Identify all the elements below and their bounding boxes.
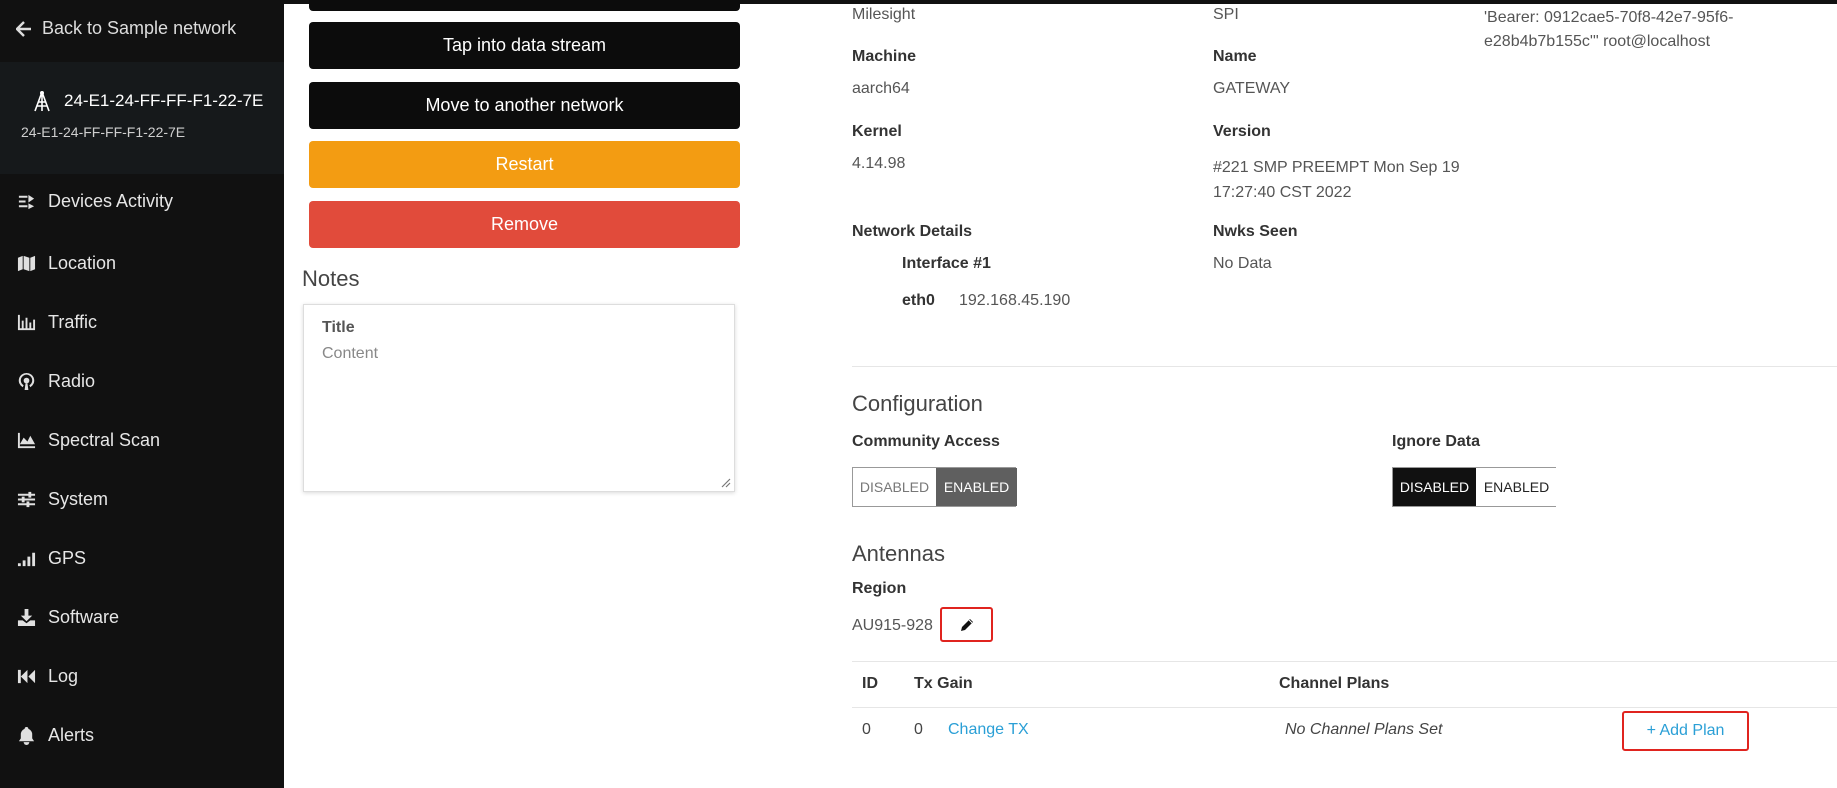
iface-name: eth0 (902, 292, 935, 309)
community-access-toggle: DISABLED ENABLED (852, 467, 1017, 507)
resize-handle-icon[interactable] (721, 478, 731, 488)
sidebar-item-system[interactable]: System (0, 479, 284, 519)
bell-icon (16, 725, 36, 745)
name-value: GATEWAY (1213, 80, 1291, 97)
sidebar-item-label: GPS (48, 547, 87, 568)
map-icon (16, 253, 36, 273)
sidebar-item-label: Log (48, 665, 79, 686)
restart-button[interactable]: Restart (309, 141, 740, 188)
machine-value: aarch64 (852, 80, 910, 97)
column-header-id: ID (862, 675, 878, 692)
sidebar-item-label: Alerts (48, 724, 95, 745)
area-chart-icon (16, 430, 36, 450)
gateway-subtitle: 24-E1-24-FF-FF-F1-22-7E (21, 124, 186, 140)
table-header-divider (852, 707, 1837, 708)
auth-value: 'Bearer: 0912cae5-70f8-42e7-95f6-e28b4b7… (1484, 9, 1734, 50)
community-access-disabled[interactable]: DISABLED (853, 468, 936, 506)
notes-content-input[interactable]: Content (322, 345, 378, 363)
column-header-channel-plans: Channel Plans (1279, 675, 1390, 692)
interface-type-value: SPI (1213, 6, 1239, 23)
name-label: Name (1213, 48, 1257, 65)
arrow-left-icon (16, 20, 31, 37)
nwks-seen-value: No Data (1213, 255, 1272, 272)
iface-ip: 192.168.45.190 (959, 292, 1071, 309)
community-access-enabled[interactable]: ENABLED (936, 468, 1017, 506)
change-tx-link[interactable]: Change TX (948, 721, 1029, 739)
gateway-card: 24-E1-24-FF-FF-F1-22-7E 24-E1-24-FF-FF-F… (0, 62, 284, 174)
sidebar-item-log[interactable]: Log (0, 656, 284, 696)
sidebar-item-alerts[interactable]: Alerts (0, 715, 284, 755)
remove-button[interactable]: Remove (309, 201, 740, 248)
cell-id: 0 (862, 721, 871, 738)
sidebar-item-label: Software (48, 606, 120, 627)
table-top-divider (852, 661, 1837, 662)
community-access-label: Community Access (852, 433, 1000, 450)
back-link[interactable]: Back to Sample network (16, 18, 236, 39)
sidebar-item-spectral-scan[interactable]: Spectral Scan (0, 420, 284, 460)
radio-icon (16, 371, 36, 391)
pencil-icon (960, 618, 973, 631)
ignore-data-disabled[interactable]: DISABLED (1393, 468, 1476, 506)
back-link-label: Back to Sample network (42, 18, 237, 38)
rewind-icon (16, 666, 36, 686)
sidebar-item-label: Location (48, 252, 117, 273)
sidebar-item-label: System (48, 488, 109, 509)
version-label: Version (1213, 123, 1271, 140)
notes-editor[interactable]: Title Content (303, 304, 735, 492)
add-plan-button[interactable]: + Add Plan (1622, 711, 1749, 751)
sidebar-item-gps[interactable]: GPS (0, 538, 284, 578)
nwks-seen-label: Nwks Seen (1213, 223, 1298, 240)
bar-chart-icon (16, 312, 36, 332)
download-icon (16, 607, 36, 627)
region-label: Region (852, 580, 907, 597)
tap-stream-button[interactable]: Tap into data stream (309, 22, 740, 69)
sidebar-item-radio[interactable]: Radio (0, 361, 284, 401)
vendor-value: Milesight (852, 6, 916, 23)
edit-region-button[interactable] (940, 607, 993, 642)
interface-label: Interface #1 (902, 255, 991, 272)
move-network-button[interactable]: Move to another network (309, 82, 740, 129)
action-button-partial[interactable] (309, 0, 740, 11)
kernel-label: Kernel (852, 123, 902, 140)
notes-title-input[interactable]: Title (322, 319, 355, 337)
ignore-data-enabled[interactable]: ENABLED (1476, 468, 1557, 506)
sidebar-item-label: Traffic (48, 311, 98, 332)
ignore-data-toggle: DISABLED ENABLED (1392, 467, 1557, 507)
configuration-heading: Configuration (852, 391, 983, 416)
gateway-title-text: 24-E1-24-FF-FF-F1-22-7E (64, 91, 264, 110)
sidebar: Back to Sample network 24-E1-24-FF-FF-F1… (0, 0, 284, 788)
cell-channel-plans: No Channel Plans Set (1285, 721, 1443, 738)
region-value: AU915-928 (852, 617, 933, 634)
antennas-heading: Antennas (852, 541, 945, 566)
divider (852, 366, 1837, 367)
sliders-icon (16, 489, 36, 509)
sidebar-item-label: Spectral Scan (48, 429, 161, 450)
machine-label: Machine (852, 48, 917, 65)
sidebar-item-label: Radio (48, 370, 96, 391)
column-header-tx-gain: Tx Gain (914, 675, 973, 692)
ignore-data-label: Ignore Data (1392, 433, 1481, 450)
kernel-value: 4.14.98 (852, 155, 906, 172)
gateway-title: 24-E1-24-FF-FF-F1-22-7E (32, 90, 263, 112)
sidebar-item-software[interactable]: Software (0, 597, 284, 637)
devices-activity-icon (16, 191, 36, 211)
version-value: #221 SMP PREEMPT Mon Sep 19 17:27:40 CST… (1213, 159, 1460, 201)
network-details-label: Network Details (852, 223, 973, 240)
gateway-tower-icon (34, 91, 50, 112)
notes-heading: Notes (302, 266, 360, 291)
sidebar-item-label: Devices Activity (48, 190, 174, 211)
sidebar-item-traffic[interactable]: Traffic (0, 302, 284, 342)
signal-icon (16, 548, 36, 568)
cell-tx-gain: 0 (914, 721, 923, 738)
sidebar-item-devices-activity[interactable]: Devices Activity (0, 181, 284, 221)
sidebar-item-location[interactable]: Location (0, 243, 284, 283)
